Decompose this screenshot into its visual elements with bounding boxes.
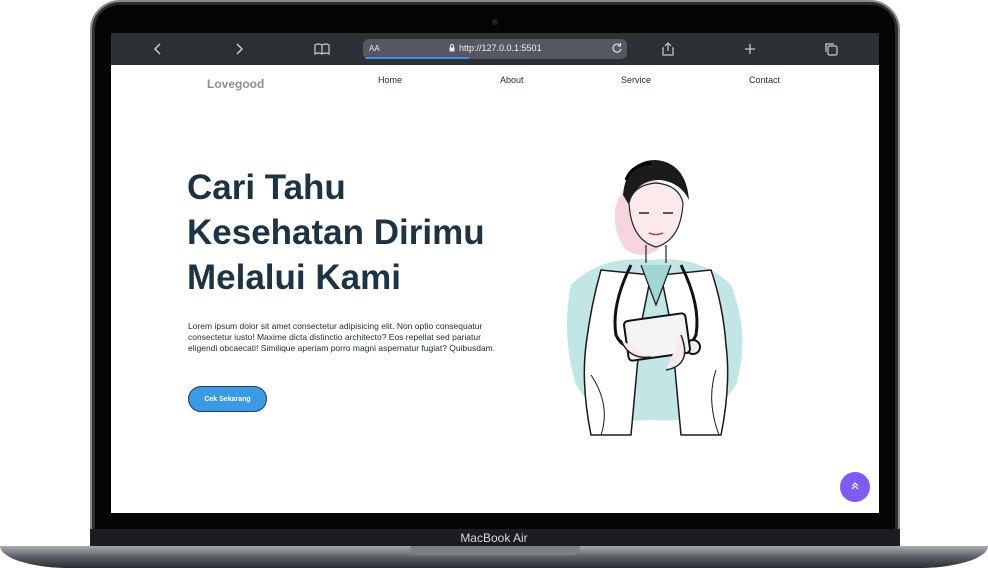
base-notch xyxy=(410,546,580,555)
doctor-illustration xyxy=(531,135,767,445)
double-chevron-up-icon xyxy=(850,481,860,494)
browser-toolbar: AA http://127.0.0.1:5501 xyxy=(111,33,879,65)
browser-screen: AA http://127.0.0.1:5501 Lovegood Home A… xyxy=(111,33,879,513)
text-size-button[interactable]: AA xyxy=(369,44,380,53)
address-bar[interactable]: AA http://127.0.0.1:5501 xyxy=(363,39,627,59)
nav-about[interactable]: About xyxy=(500,75,524,85)
lock-icon xyxy=(449,44,455,54)
device-mockup: AA http://127.0.0.1:5501 Lovegood Home A… xyxy=(0,0,988,568)
reload-icon[interactable] xyxy=(611,42,623,56)
hero-description: Lorem ipsum dolor sit amet consectetur a… xyxy=(188,321,496,353)
nav-service[interactable]: Service xyxy=(621,75,651,85)
nav-contact[interactable]: Contact xyxy=(749,75,780,85)
hero-title: Cari Tahu Kesehatan Dirimu Melalui Kami xyxy=(187,168,485,297)
nav-home[interactable]: Home xyxy=(378,75,402,85)
scroll-to-top-button[interactable] xyxy=(840,472,870,502)
check-now-button[interactable]: Cek Sekarang xyxy=(188,386,267,412)
camera-icon xyxy=(492,19,498,25)
tabs-overview-icon[interactable] xyxy=(820,39,842,59)
share-icon[interactable] xyxy=(657,39,679,59)
page-load-progress xyxy=(365,57,469,59)
device-model-label: MacBook Air xyxy=(460,531,528,545)
forward-icon[interactable] xyxy=(228,39,250,59)
site-logo[interactable]: Lovegood xyxy=(207,77,264,91)
web-page: Lovegood Home About Service Contact Cari… xyxy=(111,65,879,513)
bookmarks-icon[interactable] xyxy=(311,39,333,59)
back-icon[interactable] xyxy=(147,39,169,59)
url-text: http://127.0.0.1:5501 xyxy=(459,43,542,53)
new-tab-icon[interactable] xyxy=(739,39,761,59)
